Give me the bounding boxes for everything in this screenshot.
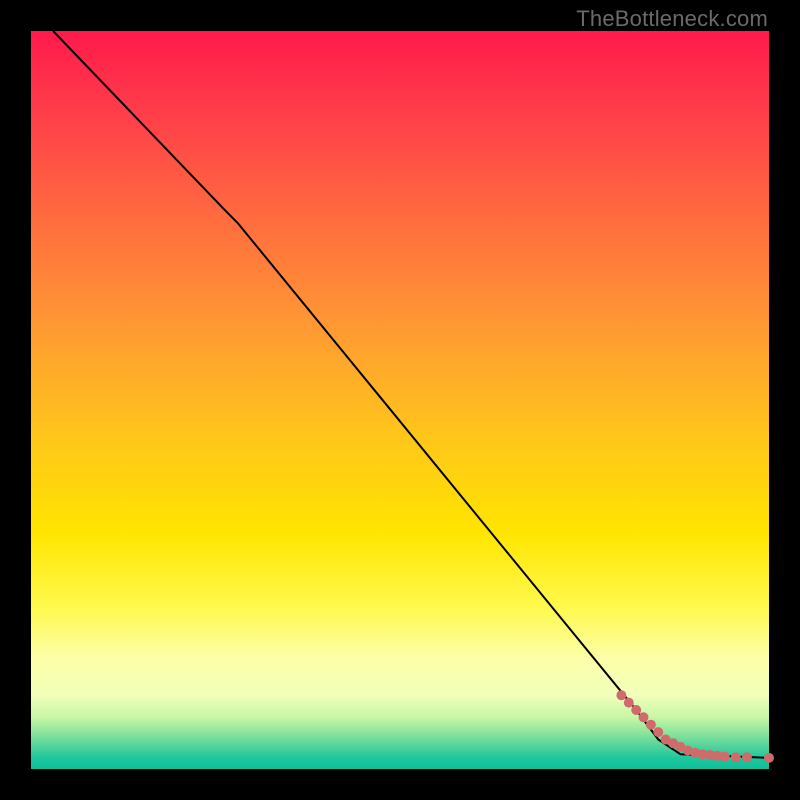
scatter-point [624, 698, 634, 708]
scatter-point [764, 753, 774, 763]
scatter-point [742, 752, 752, 762]
scatter-point [631, 705, 641, 715]
chart-overlay-svg [31, 31, 769, 769]
watermark-label: TheBottleneck.com [576, 6, 768, 32]
chart-frame: TheBottleneck.com [0, 0, 800, 800]
scatter-point [653, 727, 663, 737]
scatter-points [616, 690, 774, 763]
scatter-point [720, 752, 730, 762]
scatter-point [731, 752, 741, 762]
curve-line [53, 31, 769, 758]
scatter-point [616, 690, 626, 700]
scatter-point [646, 720, 656, 730]
scatter-point [639, 712, 649, 722]
